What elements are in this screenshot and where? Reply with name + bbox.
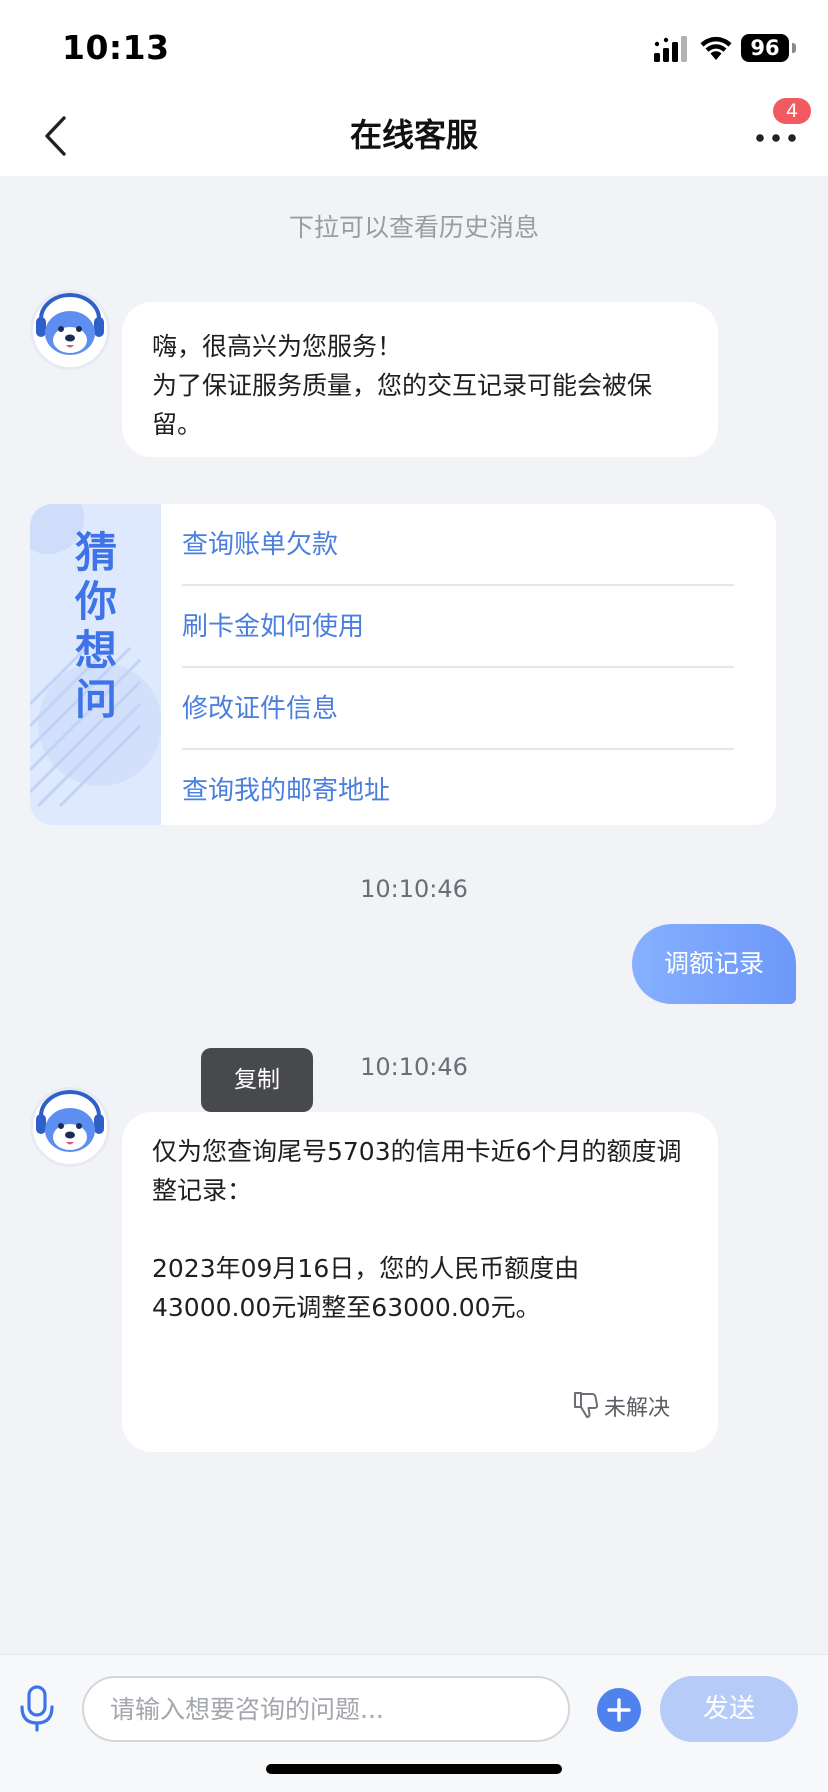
message-input[interactable] <box>82 1676 570 1742</box>
wifi-icon <box>700 36 732 60</box>
plus-icon <box>607 1698 631 1722</box>
guess-card: 猜你想问 查询账单欠款 刷卡金如何使用 修改证件信息 查询我的邮寄地址 <box>30 504 776 825</box>
message-timestamp: 10:10:46 <box>360 875 468 903</box>
reply-text: 仅为您查询尾号5703的信用卡近6个月的额度调整记录： 2023年09月16日，… <box>152 1137 682 1322</box>
nav-bar: 在线客服 <box>0 96 828 176</box>
plus-button[interactable] <box>597 1688 641 1732</box>
signal-icon <box>654 36 687 62</box>
battery-icon: 96 <box>741 34 797 62</box>
battery-tip <box>792 43 796 53</box>
guess-title: 猜你想问 <box>74 528 117 724</box>
mic-icon[interactable] <box>18 1685 56 1733</box>
guess-item-id-info[interactable]: 修改证件信息 <box>182 668 734 750</box>
send-button[interactable]: 发送 <box>660 1676 798 1742</box>
guess-item-points[interactable]: 刷卡金如何使用 <box>182 586 734 668</box>
guess-item-mail-address[interactable]: 查询我的邮寄地址 <box>182 750 734 825</box>
history-hint: 下拉可以查看历史消息 <box>288 213 539 242</box>
avatar-robot-icon <box>36 1090 104 1152</box>
avatar-robot-icon <box>36 293 104 355</box>
guess-item-bill[interactable]: 查询账单欠款 <box>182 504 734 586</box>
welcome-bubble[interactable]: 嗨，很高兴为您服务！ 为了保证服务质量，您的交互记录可能会被保留。 <box>122 302 718 457</box>
page-title: 在线客服 <box>349 116 478 154</box>
copy-button[interactable]: 复制 <box>201 1048 313 1112</box>
bot-avatar <box>30 1087 110 1167</box>
status-bar: 10:13 96 <box>0 0 828 96</box>
message-timestamp: 10:10:46 <box>360 1053 468 1081</box>
home-indicator <box>266 1764 562 1774</box>
battery-level: 96 <box>741 34 789 62</box>
more-icon <box>756 134 796 142</box>
unresolved-label: 未解决 <box>604 1396 671 1421</box>
user-bubble[interactable]: 调额记录 <box>632 924 796 1004</box>
guess-side-panel: 猜你想问 <box>30 504 161 825</box>
bot-avatar <box>30 290 110 370</box>
thumbs-down-icon <box>574 1392 599 1418</box>
status-time: 10:13 <box>62 28 170 67</box>
notification-badge: 4 <box>773 98 811 124</box>
welcome-text: 嗨，很高兴为您服务！ 为了保证服务质量，您的交互记录可能会被保留。 <box>152 332 653 439</box>
